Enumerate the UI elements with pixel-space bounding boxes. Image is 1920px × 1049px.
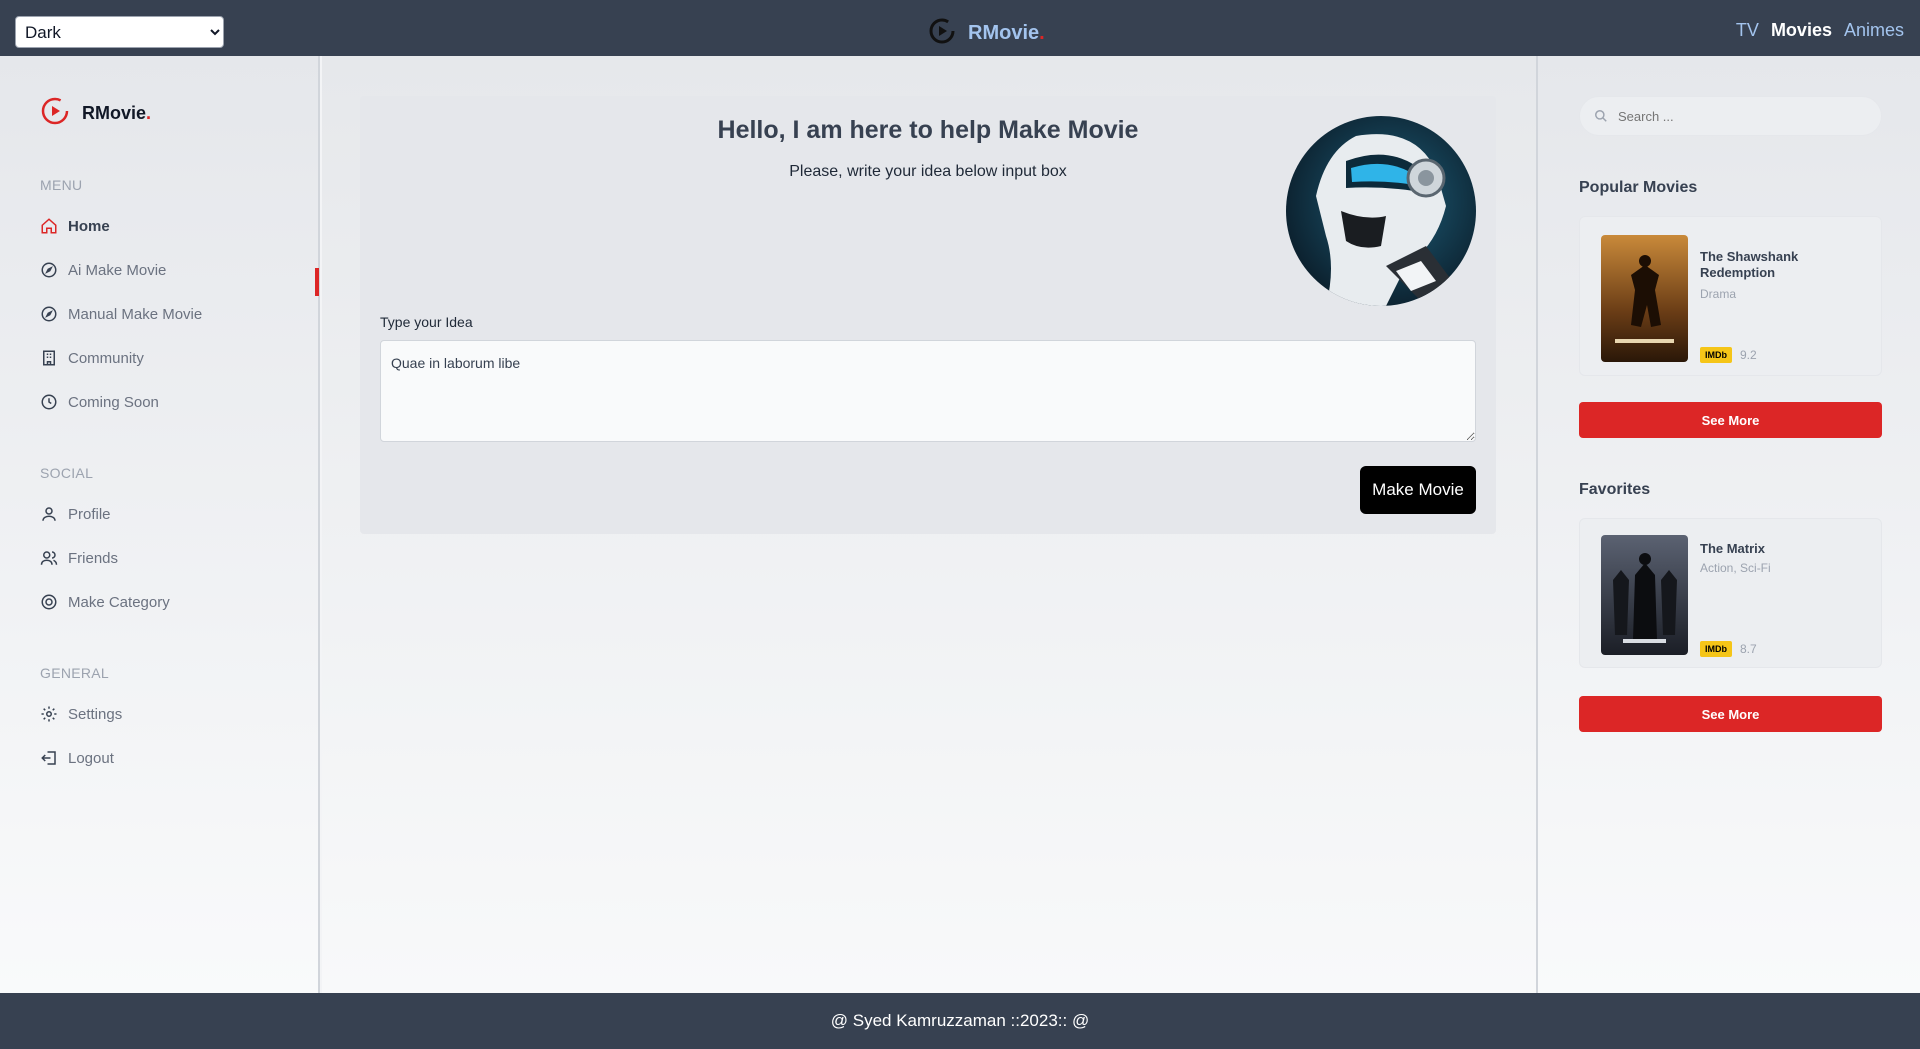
sidebar-logo[interactable]: RMovie. [40,96,151,131]
active-indicator [315,268,319,296]
matrix-poster[interactable] [1601,535,1688,655]
sidebar-item-label: Settings [68,705,123,723]
top-brand: RMovie. [968,22,1045,45]
logout-icon [41,751,56,765]
sidebar-item-friends[interactable]: Friends [40,546,310,570]
section-title-general: GENERAL [40,665,110,681]
top-nav: TV Movies Animes [1736,20,1904,41]
sidebar-item-label: Profile [68,505,111,523]
sidebar-item-ai-make-movie[interactable]: Ai Make Movie [40,258,310,282]
theme-select[interactable]: Dark [15,16,224,48]
sidebar-item-profile[interactable]: Profile [40,502,310,526]
imdb-badge: IMDb [1700,347,1732,363]
favorites-see-more-button[interactable]: See More [1579,696,1882,732]
home-icon [41,218,57,234]
popular-movies-title: Popular Movies [1579,179,1698,196]
favorite-movie-rating: 8.7 [1740,642,1757,656]
clock-icon [41,394,57,410]
top-bar: Dark RMovie. TV Movies Animes [0,0,1920,56]
favorites-title: Favorites [1579,481,1651,498]
left-sidebar: RMovie. MENU Home Ai Make Movie Manual M… [0,56,320,993]
compass-icon [41,262,57,278]
sidebar-item-label: Ai Make Movie [68,261,167,279]
user-icon [42,507,56,521]
sidebar-brand-name: RMovie [82,103,147,123]
sidebar-item-label: Home [68,217,110,235]
sidebar-item-manual-make-movie[interactable]: Manual Make Movie [40,302,310,326]
search-icon [1595,110,1607,122]
sidebar-item-label: Coming Soon [68,393,159,411]
users-icon [40,551,58,565]
section-title-social: SOCIAL [40,465,94,481]
sidebar-item-label: Make Category [68,593,170,611]
favorite-movie-card[interactable]: The Matrix Action, Sci-Fi IMDb 8.7 [1579,518,1882,668]
popular-see-more-button[interactable]: See More [1579,402,1882,438]
footer-text: @ Syed Kamruzzaman ::2023:: @ [830,1011,1090,1030]
sidebar-item-logout[interactable]: Logout [40,746,310,770]
popular-movie-title[interactable]: The Shawshank Redemption [1700,249,1860,281]
idea-textarea[interactable]: Quae in laborum libe [380,340,1476,442]
section-title-menu: MENU [40,177,83,193]
top-logo[interactable]: RMovie. [928,17,1045,50]
popular-movie-card[interactable]: The Shawshank Redemption Drama IMDb 9.2 [1579,216,1882,376]
favorite-movie-genre: Action, Sci-Fi [1700,561,1771,575]
favorite-movie-title[interactable]: The Matrix [1700,541,1860,557]
search-input[interactable] [1618,108,1858,124]
play-icon [40,96,70,131]
sidebar-item-label: Community [68,349,144,367]
sidebar-brand: RMovie. [82,103,151,124]
sidebar-item-label: Logout [68,749,114,767]
building-icon [43,350,55,366]
top-brand-dot: . [1039,22,1045,44]
gear-icon [41,706,57,722]
main-content: Hello, I am here to help Make Movie Plea… [322,56,1536,993]
robot-avatar [1286,116,1476,306]
make-movie-card: Hello, I am here to help Make Movie Plea… [360,96,1496,534]
right-sidebar: Popular Movies The Shawshank Redemption … [1536,56,1920,993]
idea-label: Type your Idea [380,314,473,330]
sidebar-item-label: Friends [68,549,119,567]
target-icon [41,594,57,610]
sidebar-item-home[interactable]: Home [40,214,310,238]
sidebar-item-coming-soon[interactable]: Coming Soon [40,390,310,414]
popular-movie-genre: Drama [1700,287,1737,301]
sidebar-item-community[interactable]: Community [40,346,310,370]
sidebar-item-make-category[interactable]: Make Category [40,590,310,614]
make-movie-button[interactable]: Make Movie [1360,466,1476,514]
sidebar-item-label: Manual Make Movie [68,305,203,323]
footer: @ Syed Kamruzzaman ::2023:: @ [0,993,1920,1049]
nav-tv[interactable]: TV [1736,20,1759,41]
compass-icon [41,306,57,322]
popular-movie-rating: 9.2 [1740,348,1757,362]
nav-animes[interactable]: Animes [1844,20,1904,41]
imdb-badge: IMDb [1700,641,1732,657]
sidebar-brand-dot: . [146,103,152,123]
top-brand-name: RMovie [968,22,1040,44]
search-box[interactable] [1579,96,1882,136]
shawshank-poster[interactable] [1601,235,1688,362]
play-icon [928,17,956,50]
sidebar-item-settings[interactable]: Settings [40,702,310,726]
nav-movies[interactable]: Movies [1771,20,1832,41]
